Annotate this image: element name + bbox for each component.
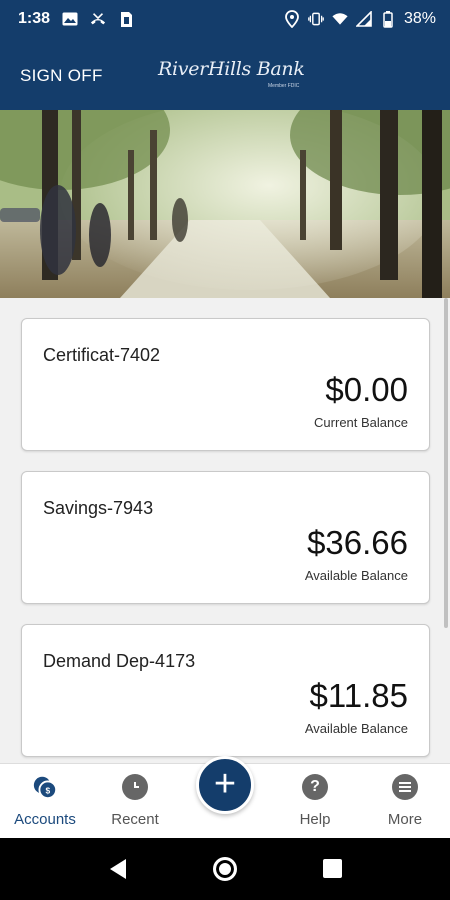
nav-accounts[interactable]: $ Accounts	[0, 764, 90, 839]
image-icon	[62, 11, 78, 27]
home-icon[interactable]	[213, 857, 237, 881]
bank-logo: RiverHills Bank	[158, 58, 305, 80]
hero-image	[0, 110, 450, 298]
app-header: SIGN OFF RiverHills Bank Member FDIC	[0, 38, 450, 110]
account-balance: $11.85	[309, 677, 408, 714]
clock-icon	[122, 774, 148, 800]
nav-label: Recent	[111, 811, 159, 828]
balance-label: Available Balance	[304, 721, 408, 736]
missed-call-icon	[90, 11, 106, 27]
nav-more[interactable]: More	[360, 764, 450, 839]
nav-label: More	[387, 811, 423, 828]
account-name: Savings-7943	[43, 498, 154, 518]
status-right-icons: 38%	[284, 10, 436, 28]
menu-icon	[392, 774, 418, 800]
balance-label: Available Balance	[304, 568, 408, 583]
add-button[interactable]: +	[196, 756, 254, 814]
signal-icon	[355, 11, 372, 27]
account-list[interactable]: Certificat-7402 $0.00 Current Balance Sa…	[0, 298, 450, 763]
battery-icon	[380, 10, 396, 28]
bottom-nav: $ Accounts Recent + ? Help More	[0, 756, 450, 839]
svg-text:$: $	[45, 786, 50, 796]
system-nav-bar	[0, 838, 450, 900]
wifi-icon	[332, 11, 348, 27]
bank-logo-subtitle: Member FDIC	[268, 83, 300, 89]
nav-label: Help	[299, 811, 331, 828]
sim-card-icon	[118, 11, 134, 27]
account-name: Certificat-7402	[43, 345, 161, 365]
scrollbar[interactable]	[444, 298, 448, 628]
vibrate-icon	[308, 11, 324, 27]
account-card[interactable]: Savings-7943 $36.66 Available Balance	[21, 471, 430, 604]
recents-icon[interactable]	[323, 859, 342, 878]
nav-recent[interactable]: Recent	[90, 764, 180, 839]
balance-label: Current Balance	[314, 415, 408, 430]
status-left-icons	[62, 11, 134, 27]
location-icon	[284, 10, 300, 28]
back-icon[interactable]	[108, 858, 128, 885]
sign-off-button[interactable]: SIGN OFF	[20, 66, 103, 86]
battery-percent: 38%	[403, 10, 436, 27]
tree-lined-path-illustration	[0, 110, 450, 298]
accounts-icon: $	[32, 774, 58, 800]
account-card[interactable]: Demand Dep-4173 $11.85 Available Balance	[21, 624, 430, 757]
status-bar: 1:38 38%	[0, 0, 450, 38]
account-card[interactable]: Certificat-7402 $0.00 Current Balance	[21, 318, 430, 451]
account-name: Demand Dep-4173	[43, 651, 196, 671]
plus-icon: +	[213, 763, 237, 805]
account-balance: $36.66	[307, 524, 408, 561]
status-time: 1:38	[18, 10, 51, 27]
account-balance: $0.00	[325, 371, 408, 408]
nav-help[interactable]: ? Help	[270, 764, 360, 839]
help-icon: ?	[302, 774, 328, 800]
nav-label: Accounts	[14, 811, 76, 828]
